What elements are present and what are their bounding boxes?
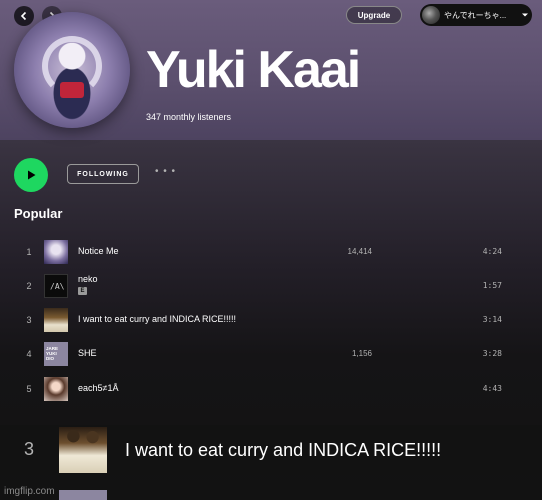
explicit-badge: E (78, 287, 87, 295)
track-cover: /A\ (44, 274, 68, 298)
track-cover (44, 377, 68, 401)
track-title: each5≠1Å (78, 383, 119, 393)
track-duration: 4:24 (482, 247, 502, 256)
track-cover (44, 240, 68, 264)
track-cover-text: /A\ (50, 282, 65, 291)
monthly-listeners: 347 monthly listeners (146, 112, 232, 122)
track-duration: 3:28 (482, 349, 502, 358)
back-button[interactable] (14, 6, 34, 26)
track-title: I want to eat curry and INDICA RICE!!!!! (78, 314, 237, 324)
track-number: 3 (26, 315, 32, 325)
chevron-left-icon (20, 11, 27, 21)
track-duration: 3:14 (482, 315, 502, 324)
track-title: neko (78, 274, 98, 284)
track-number: 4 (26, 349, 32, 359)
track-row[interactable]: 5 each5≠1Å 4:43 (0, 375, 542, 403)
track-plays: 1,156 (351, 349, 372, 358)
user-avatar (422, 6, 440, 24)
track-plays: 14,414 (347, 247, 372, 256)
zoomed-track-row[interactable]: 3 I want to eat curry and INDICA RICE!!!… (0, 425, 542, 475)
artist-name: Yuki Kaai (146, 41, 361, 99)
play-button[interactable] (14, 158, 48, 192)
track-cover (59, 427, 107, 473)
track-cover (59, 490, 107, 500)
track-title: Notice Me (78, 246, 119, 256)
track-row[interactable]: 1 Notice Me 14,414 4:24 (0, 238, 542, 266)
track-duration: 4:43 (482, 384, 502, 393)
track-cover (44, 308, 68, 332)
track-row[interactable]: 3 I want to eat curry and INDICA RICE!!!… (0, 306, 542, 334)
more-options-icon[interactable]: • • • (155, 166, 176, 177)
play-icon (28, 170, 36, 180)
user-name: やんでれーちゃ... (444, 10, 507, 20)
artist-image (14, 12, 130, 128)
popular-heading: Popular (14, 206, 63, 221)
track-row[interactable]: 2 /A\ neko E 1:57 (0, 272, 542, 300)
track-row[interactable]: 4 JARE YUKI DIO SHE 1,156 3:28 (0, 340, 542, 368)
user-menu[interactable]: やんでれーちゃ... (420, 4, 532, 26)
watermark: imgflip.com (4, 486, 55, 497)
upgrade-button[interactable]: Upgrade (346, 6, 402, 24)
chevron-down-icon (518, 11, 532, 19)
track-title: I want to eat curry and INDICA RICE!!!!! (125, 440, 442, 460)
following-button[interactable]: FOLLOWING (67, 164, 139, 184)
track-number: 1 (26, 247, 32, 257)
track-number: 3 (24, 439, 35, 459)
track-cover: JARE YUKI DIO (44, 342, 68, 366)
track-duration: 1:57 (482, 281, 502, 290)
track-title: SHE (78, 348, 97, 358)
track-number: 5 (26, 384, 32, 394)
track-number: 2 (26, 281, 32, 291)
